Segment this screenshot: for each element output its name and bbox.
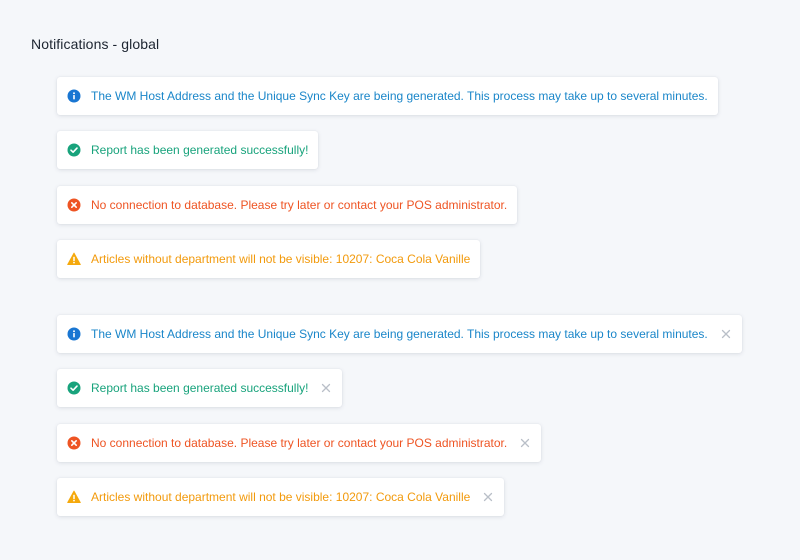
notification-success-dismissible: Report has been generated successfully! xyxy=(57,369,343,407)
check-circle-icon xyxy=(67,143,81,157)
notification-message: Report has been generated successfully! xyxy=(91,381,309,395)
check-circle-icon xyxy=(67,381,81,395)
notification-error: No connection to database. Please try la… xyxy=(57,186,518,224)
notification-message: The WM Host Address and the Unique Sync … xyxy=(91,327,708,341)
close-icon[interactable] xyxy=(482,491,494,503)
page-title: Notifications - global xyxy=(31,36,160,52)
notification-warning: Articles without department will not be … xyxy=(57,240,481,278)
error-circle-icon xyxy=(67,436,81,450)
close-icon[interactable] xyxy=(320,382,332,394)
error-circle-icon xyxy=(67,198,81,212)
notification-info: The WM Host Address and the Unique Sync … xyxy=(57,77,718,115)
notification-message: No connection to database. Please try la… xyxy=(91,436,508,450)
info-icon xyxy=(67,89,81,103)
warning-triangle-icon xyxy=(67,252,81,266)
notification-message: Articles without department will not be … xyxy=(91,490,471,504)
notification-warning-dismissible: Articles without department will not be … xyxy=(57,478,505,516)
notification-message: The WM Host Address and the Unique Sync … xyxy=(91,89,708,103)
warning-triangle-icon xyxy=(67,490,81,504)
close-icon[interactable] xyxy=(519,437,531,449)
notification-message: No connection to database. Please try la… xyxy=(91,198,508,212)
close-icon[interactable] xyxy=(720,328,732,340)
notification-message: Report has been generated successfully! xyxy=(91,143,309,157)
notification-success: Report has been generated successfully! xyxy=(57,131,319,169)
notification-error-dismissible: No connection to database. Please try la… xyxy=(57,424,542,462)
notification-info-dismissible: The WM Host Address and the Unique Sync … xyxy=(57,315,742,353)
notification-message: Articles without department will not be … xyxy=(91,252,471,266)
info-icon xyxy=(67,327,81,341)
